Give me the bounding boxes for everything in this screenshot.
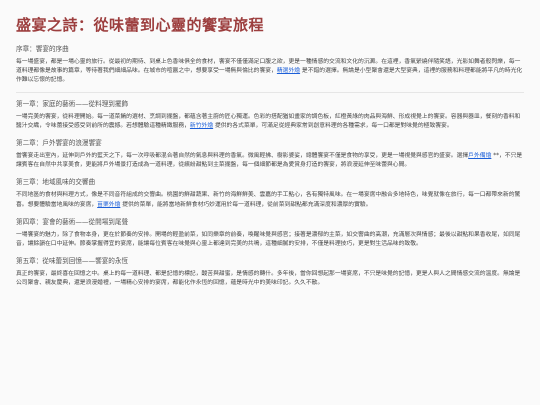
section-chapter-1: 第一章：家庭的藝術——從料理到擺飾 一場完美的饗宴，從料理開始。每一道菜餚的選材… xyxy=(16,98,524,131)
section-heading: 第三章：地域風味的交響曲 xyxy=(16,178,96,187)
paragraph-text: 真正的饗宴，最終喜在回憶之中。桌上的每一道料理、都是記憶的標記，酸苦與甜蜜，是情… xyxy=(16,271,521,287)
link-hsinchu-catering[interactable]: 新竹外燴 xyxy=(190,123,213,129)
section-chapter-2: 第二章：戶外饗宴的浪漫饗宴 當饗宴走出室內，延伸到戶外的藍天之下，每一次呼吸都混… xyxy=(16,137,524,170)
divider xyxy=(16,91,524,93)
section-chapter-5: 第五章：從味蕾到回憶——饗宴的永恆 真正的饗宴，最終喜在回憶之中。桌上的每一道料… xyxy=(16,255,524,288)
paragraph-text: 當饗宴走出室內，延伸到戶外的藍天之下，每一次呼吸都混合著自然的氣息與料理的香氣。… xyxy=(16,153,469,160)
section-chapter-3: 第三章：地域風味的交響曲 不同地區的食材與料理方式，像是不同音符組成的交響曲。桃… xyxy=(16,176,524,209)
link-catering-select[interactable]: 精選外燴 xyxy=(277,68,300,74)
section-paragraph: 一場饗宴的魅力，除了食物本身，更在於節奏的安排。開場的輕盈前菜，如同樂章的前奏，… xyxy=(16,231,524,249)
paragraph-text: 一場饗宴的魅力，除了食物本身，更在於節奏的安排。開場的輕盈前菜，如同樂章的前奏，… xyxy=(16,231,521,248)
link-miaoli-catering[interactable]: 苗栗外燴 xyxy=(97,202,120,208)
section-heading: 第五章：從味蕾到回憶——饗宴的永恆 xyxy=(16,257,129,266)
section-paragraph: 每一場盛宴，都是一場心靈的旅行。從最初的期待、到桌上色香味俱全的食材，饗宴不僅僅… xyxy=(16,58,524,86)
section-paragraph: 真正的饗宴，最終喜在回憶之中。桌上的每一道料理、都是記憶的標記，酸苦與甜蜜，是情… xyxy=(16,270,524,288)
section-heading: 序章：饗宴的序曲 xyxy=(16,45,69,53)
section-chapter-4: 第四章：宴會的藝術——從開場到尾聲 一場饗宴的魅力，除了食物本身，更在於節奏的安… xyxy=(16,216,524,249)
section-heading: 第四章：宴會的藝術——從開場到尾聲 xyxy=(16,217,129,226)
section-prelude: 序章：饗宴的序曲 每一場盛宴，都是一場心靈的旅行。從最初的期待、到桌上色香味俱全… xyxy=(16,43,524,86)
paragraph-text: 提供的各式菜單，可滿足從經典家常到創意料理的各種需求，每一口都是對味覺的極致饗宴… xyxy=(213,122,453,129)
section-paragraph: 當饗宴走出室內，延伸到戶外的藍天之下，每一次呼吸都混合著自然的氣息與料理的香氣。… xyxy=(16,152,524,170)
page-title: 盛宴之詩：從味蕾到心靈的饗宴旅程 xyxy=(16,16,265,34)
paragraph-text: 提供的菜單，能將當地新鮮食材巧妙運用於每一道料理，從前菜到甜點都充滿深度和濃厚的… xyxy=(120,201,372,208)
section-heading: 第一章：家庭的藝術——從料理到擺飾 xyxy=(16,99,129,108)
article: 盛宴之詩：從味蕾到心靈的饗宴旅程 序章：饗宴的序曲 每一場盛宴，都是一場心靈的旅… xyxy=(0,0,540,289)
section-paragraph: 一場完美的饗宴，從料理開始。每一道菜餚的選材、烹調到擺盤，都蘊含著主廚的匠心獨運… xyxy=(16,113,524,131)
section-heading: 第二章：戶外饗宴的浪漫饗宴 xyxy=(16,139,102,148)
section-paragraph: 不同地區的食材與料理方式，像是不同音符組成的交響曲。桃園的鮮甜蔬果、新竹的海鮮鮮… xyxy=(16,191,524,209)
link-outdoor-catering[interactable]: 戶外備燴 xyxy=(468,153,491,159)
